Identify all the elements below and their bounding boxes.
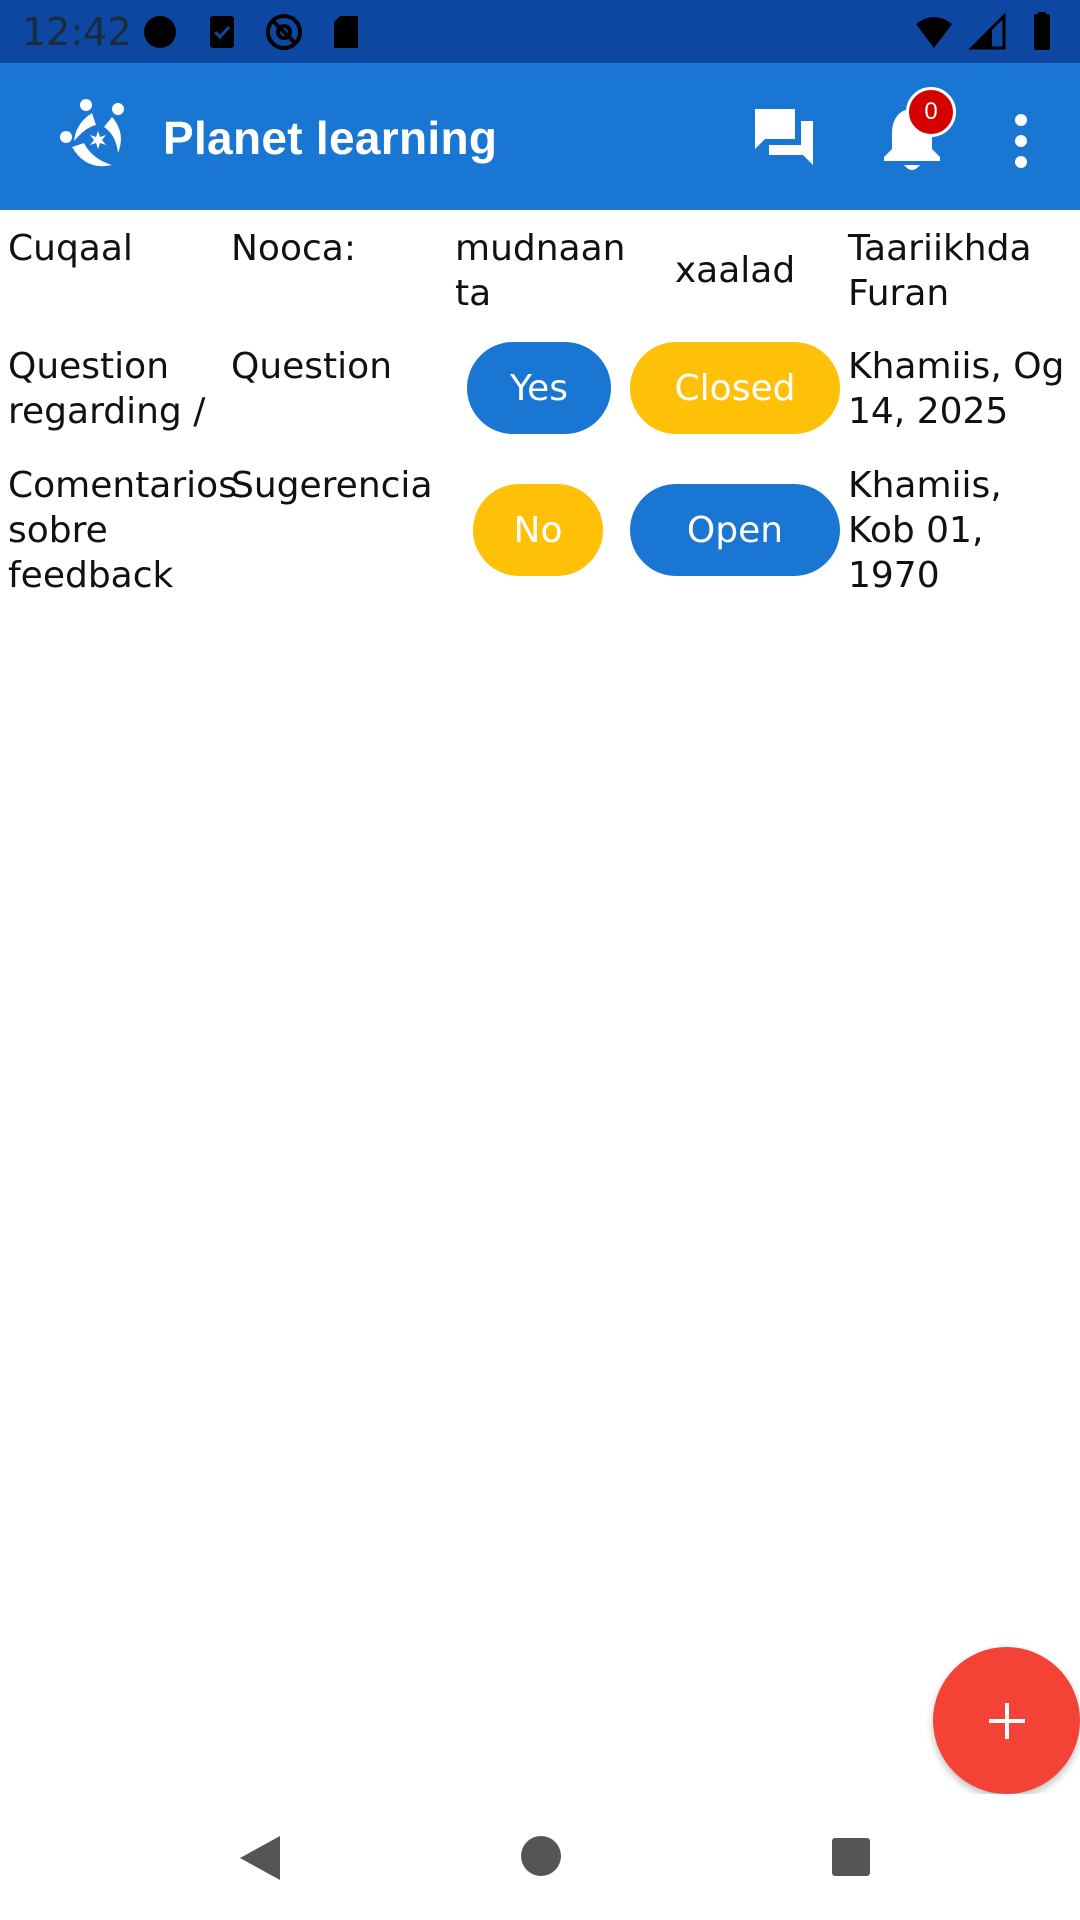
wifi-icon — [916, 17, 952, 48]
header-priority: mudnaan ta — [455, 228, 626, 314]
header-type: Nooca: — [231, 228, 356, 269]
system-nav-bar — [0, 1794, 1080, 1920]
row-type: Question — [231, 346, 393, 387]
more-options-icon[interactable] — [1006, 113, 1036, 169]
home-icon[interactable] — [519, 1834, 563, 1878]
status-bar: 12:42 — [0, 0, 1080, 63]
planet-learning-logo-icon — [60, 99, 124, 167]
add-ticket-fab[interactable] — [933, 1647, 1080, 1794]
sd-card-icon — [334, 16, 358, 48]
chat-icon[interactable] — [753, 107, 815, 167]
row-title: Question regarding / — [8, 346, 206, 432]
task-check-icon — [210, 16, 234, 48]
battery-icon — [1034, 12, 1050, 50]
status-time: 12:42 — [22, 10, 132, 54]
notification-badge: 0 — [906, 87, 956, 137]
row-date: Khamiis, Kob 01, 1970 — [848, 465, 1002, 596]
header-status: xaalad — [674, 250, 796, 291]
status-icons-left — [140, 12, 366, 52]
plus-icon — [988, 1702, 1025, 1739]
record-dot-icon — [144, 16, 176, 48]
header-date: Taariikhda Furan — [848, 228, 1032, 314]
recent-apps-icon[interactable] — [830, 1836, 872, 1878]
header-title: Cuqaal — [8, 228, 133, 269]
app-bar: Planet learning 0 — [0, 63, 1080, 210]
status-badge: Closed — [630, 342, 840, 434]
row-title: Comentarios sobre feedback — [8, 465, 237, 596]
back-icon[interactable] — [236, 1834, 282, 1882]
at-sign-icon — [266, 14, 302, 50]
row-date: Khamiis, Og 14, 2025 — [848, 346, 1065, 432]
priority-badge: Yes — [467, 342, 611, 434]
status-badge: Open — [630, 484, 840, 576]
row-type: Sugerencia — [231, 465, 433, 506]
app-title: Planet learning — [163, 112, 498, 164]
priority-badge: No — [473, 484, 603, 576]
status-icons-right — [914, 12, 1062, 52]
signal-icon — [968, 12, 1006, 50]
